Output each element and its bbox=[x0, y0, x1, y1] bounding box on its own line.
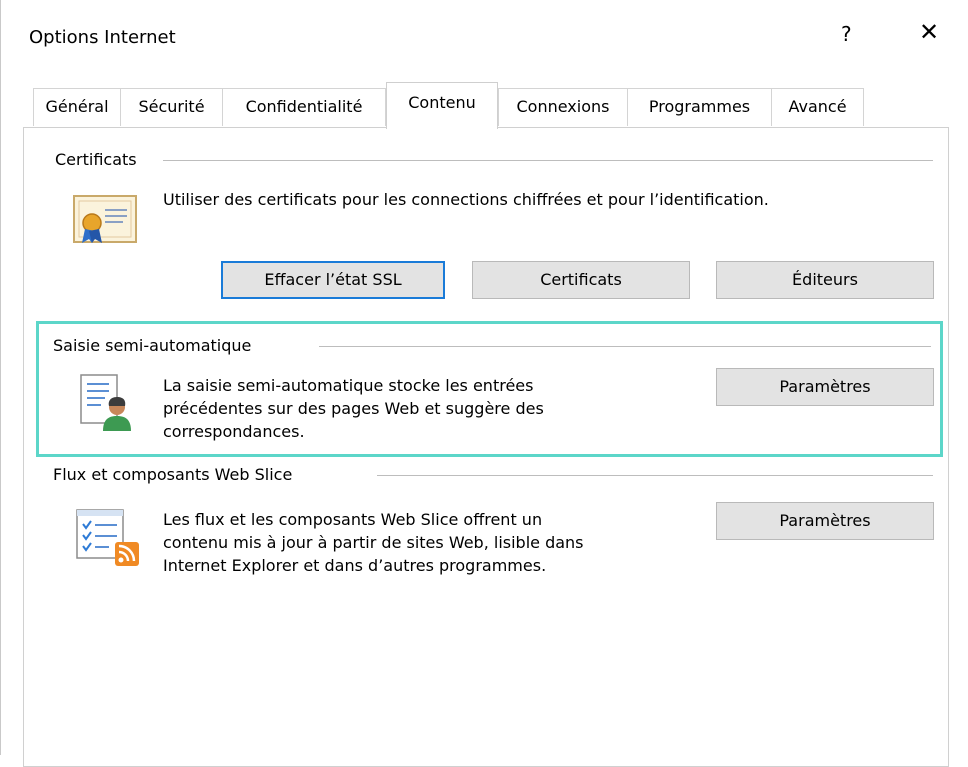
tab-content[interactable]: Contenu bbox=[386, 82, 498, 129]
autocomplete-description: La saisie semi-automatique stocke les en… bbox=[163, 374, 544, 443]
tab-strip: Général Sécurité Confidentialité Contenu… bbox=[1, 82, 968, 129]
feeds-description: Les flux et les composants Web Slice off… bbox=[163, 508, 584, 577]
tab-security[interactable]: Sécurité bbox=[120, 88, 223, 126]
autocomplete-user-icon bbox=[80, 374, 131, 431]
autocomplete-group-rule bbox=[319, 346, 931, 347]
certificates-button[interactable]: Certificats bbox=[472, 261, 690, 299]
certificates-group-rule bbox=[163, 160, 933, 161]
autocomplete-settings-button[interactable]: Paramètres bbox=[716, 368, 934, 406]
feeds-description-line: contenu mis à jour à partir de sites Web… bbox=[163, 533, 584, 552]
autocomplete-description-line: précédentes sur des pages Web et suggère… bbox=[163, 399, 544, 418]
feeds-description-line: Internet Explorer et dans d’autres progr… bbox=[163, 556, 547, 575]
feeds-group-title: Flux et composants Web Slice bbox=[53, 465, 303, 484]
help-button[interactable]: ? bbox=[841, 22, 852, 46]
publishers-button[interactable]: Éditeurs bbox=[716, 261, 934, 299]
feeds-settings-button[interactable]: Paramètres bbox=[716, 502, 934, 540]
tab-connections[interactable]: Connexions bbox=[498, 88, 628, 126]
autocomplete-group-title: Saisie semi-automatique bbox=[53, 336, 262, 355]
tab-programs[interactable]: Programmes bbox=[627, 88, 772, 126]
autocomplete-description-line: correspondances. bbox=[163, 422, 305, 441]
tab-general[interactable]: Général bbox=[33, 88, 121, 126]
feeds-group-rule bbox=[377, 475, 933, 476]
close-button[interactable]: ✕ bbox=[919, 18, 939, 46]
feeds-rss-icon bbox=[76, 509, 139, 566]
feeds-description-line: Les flux et les composants Web Slice off… bbox=[163, 510, 543, 529]
internet-options-dialog: Options Internet ? ✕ Général Sécurité Co… bbox=[0, 0, 968, 767]
autocomplete-description-line: La saisie semi-automatique stocke les en… bbox=[163, 376, 534, 395]
title-bar[interactable]: Options Internet ? ✕ bbox=[1, 0, 968, 78]
dialog-title: Options Internet bbox=[29, 27, 176, 48]
certificates-group-title: Certificats bbox=[55, 150, 147, 169]
certificate-icon bbox=[73, 195, 137, 243]
certificates-description: Utiliser des certificats pour les connec… bbox=[163, 190, 769, 209]
tab-privacy[interactable]: Confidentialité bbox=[222, 88, 386, 126]
tab-advanced[interactable]: Avancé bbox=[771, 88, 864, 126]
clear-ssl-state-button[interactable]: Effacer l’état SSL bbox=[221, 261, 445, 299]
